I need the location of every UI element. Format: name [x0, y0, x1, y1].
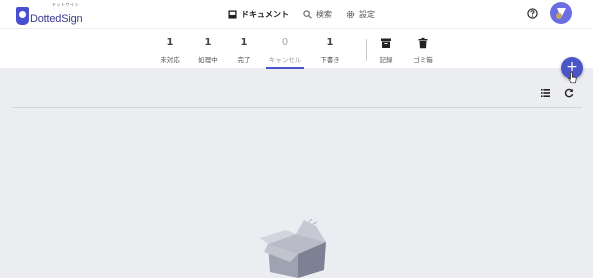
pointer-cursor-icon	[568, 71, 577, 84]
tab-count: 0	[281, 37, 289, 48]
nav-documents-label: ドキュメント	[241, 9, 289, 19]
tab-trash[interactable]: ゴミ箱	[403, 37, 443, 64]
tab-cancelled[interactable]: 0 キャンセル	[265, 37, 305, 64]
nav-search-label: 検索	[316, 9, 332, 19]
selected-tab-indicator	[266, 67, 304, 69]
tab-label: 下書き	[320, 56, 340, 64]
archive-box-icon	[381, 38, 391, 48]
tab-in-progress[interactable]: 1 処理中	[188, 37, 228, 64]
content-divider	[12, 107, 582, 108]
gear-icon	[346, 10, 355, 18]
search-icon	[303, 9, 312, 19]
tab-drafts[interactable]: 1 下書き	[310, 37, 350, 64]
tab-pending[interactable]: 1 未対応	[150, 37, 190, 64]
app-logo[interactable]: DottedSign ドットサイン	[16, 2, 83, 25]
help-circle-icon[interactable]	[527, 8, 538, 19]
tab-label: 完了	[237, 56, 251, 64]
tab-label: キャンセル	[268, 56, 302, 64]
logo-text: DottedSign	[30, 13, 83, 25]
nav-search[interactable]: 検索	[303, 9, 332, 20]
top-navigation: ドキュメント 検索 設定	[228, 0, 389, 28]
top-bar: DottedSign ドットサイン ドキュメント 検索 設定	[0, 0, 593, 28]
refresh-icon[interactable]	[564, 88, 574, 98]
avatar-image	[556, 8, 566, 19]
empty-box-icon	[260, 218, 326, 278]
tab-label: 未対応	[160, 56, 180, 64]
status-tab-bar: 1 未対応 1 処理中 1 完了 0 キャンセル 1 下書き 記録 ゴミ箱	[0, 28, 593, 69]
trash-icon	[418, 37, 428, 49]
list-view-icon[interactable]	[541, 89, 550, 97]
nav-documents[interactable]: ドキュメント	[228, 9, 289, 20]
nav-settings[interactable]: 設定	[346, 9, 375, 20]
nav-settings-label: 設定	[359, 9, 375, 19]
logo-subtext: ドットサイン	[52, 2, 79, 7]
avatar[interactable]	[550, 2, 572, 24]
tab-label: 処理中	[198, 56, 218, 64]
inbox-tray-icon	[228, 9, 237, 19]
tab-label: 記録	[379, 56, 393, 64]
tab-completed[interactable]: 1 完了	[224, 37, 264, 64]
tab-archive[interactable]: 記録	[366, 37, 406, 64]
tab-count: 1	[166, 37, 174, 48]
tab-count: 1	[204, 37, 212, 48]
tab-count: 1	[240, 37, 248, 48]
tab-count: 1	[326, 37, 334, 48]
logo-mark-icon	[16, 7, 29, 25]
tab-label: ゴミ箱	[413, 56, 433, 64]
